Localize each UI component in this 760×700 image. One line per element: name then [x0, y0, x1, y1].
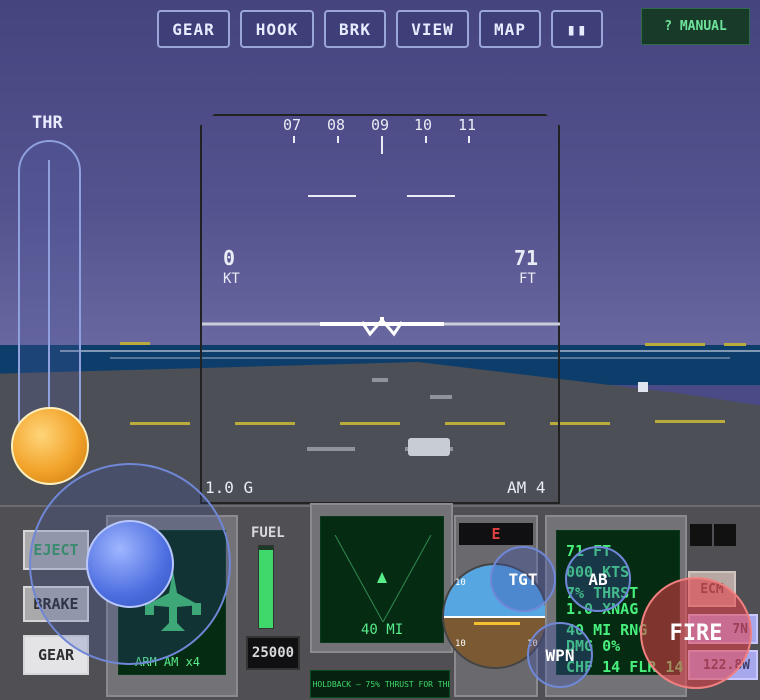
- heading-label: 09: [371, 116, 390, 134]
- warning-light: [690, 524, 712, 546]
- horizon-marker: [724, 343, 746, 346]
- view-button[interactable]: VIEW: [396, 10, 469, 48]
- hook-button[interactable]: HOOK: [240, 10, 314, 48]
- status-ticker: CAT 1 HOLDBACK — 75% THRUST FOR THE SHOT: [310, 670, 450, 698]
- pause-button[interactable]: ▮▮: [551, 10, 603, 48]
- pitch-label: 10: [455, 639, 466, 649]
- heading-label: 11: [458, 116, 477, 134]
- hud-symbology: [202, 136, 560, 337]
- radar-range: 40 MI: [361, 622, 404, 638]
- airspeed-unit: KT: [223, 271, 240, 287]
- throttle-guide: [48, 160, 50, 430]
- rwr-display: E: [459, 523, 533, 545]
- fuel-gauge-fill: [259, 550, 273, 628]
- heading-label: 08: [327, 116, 346, 134]
- aircraft-reference: [474, 622, 520, 625]
- horizon-marker: [645, 343, 705, 346]
- heading-label: 07: [283, 116, 302, 134]
- target-button[interactable]: TGT: [490, 546, 556, 612]
- airspeed-value: 0: [223, 246, 236, 270]
- afterburner-button[interactable]: AB: [565, 546, 631, 612]
- deck-object: [638, 382, 648, 392]
- weapon-readout: AM 4: [507, 478, 546, 497]
- pitch-label: 10: [455, 578, 466, 588]
- deck-marking: [130, 422, 190, 425]
- manual-button[interactable]: ? MANUAL: [641, 8, 750, 45]
- horizon-marker: [120, 342, 150, 345]
- fuel-label: FUEL: [251, 525, 285, 541]
- hud-frame: [200, 114, 560, 504]
- brake-top-button[interactable]: BRK: [324, 10, 386, 48]
- gear-top-button[interactable]: GEAR: [157, 10, 230, 48]
- fire-button[interactable]: FIRE: [640, 577, 752, 689]
- altitude-value: 71: [514, 246, 539, 270]
- warning-light: [714, 524, 736, 546]
- fuel-gauge: [258, 545, 274, 629]
- throttle-label: THR: [32, 113, 63, 133]
- throttle-knob[interactable]: [11, 407, 89, 485]
- attitude-horizon: [444, 616, 546, 618]
- ownship-icon: [377, 572, 387, 583]
- flight-path-marker: [380, 317, 384, 325]
- fuel-readout: 25000: [246, 636, 300, 670]
- altitude-unit: FT: [519, 271, 536, 287]
- joystick-knob[interactable]: [86, 520, 174, 608]
- weapon-select-button[interactable]: WPN: [527, 622, 593, 688]
- g-load-readout: 1.0 G: [205, 478, 254, 497]
- deck-marking: [655, 420, 725, 423]
- map-button[interactable]: MAP: [479, 10, 541, 48]
- heading-label: 10: [414, 116, 433, 134]
